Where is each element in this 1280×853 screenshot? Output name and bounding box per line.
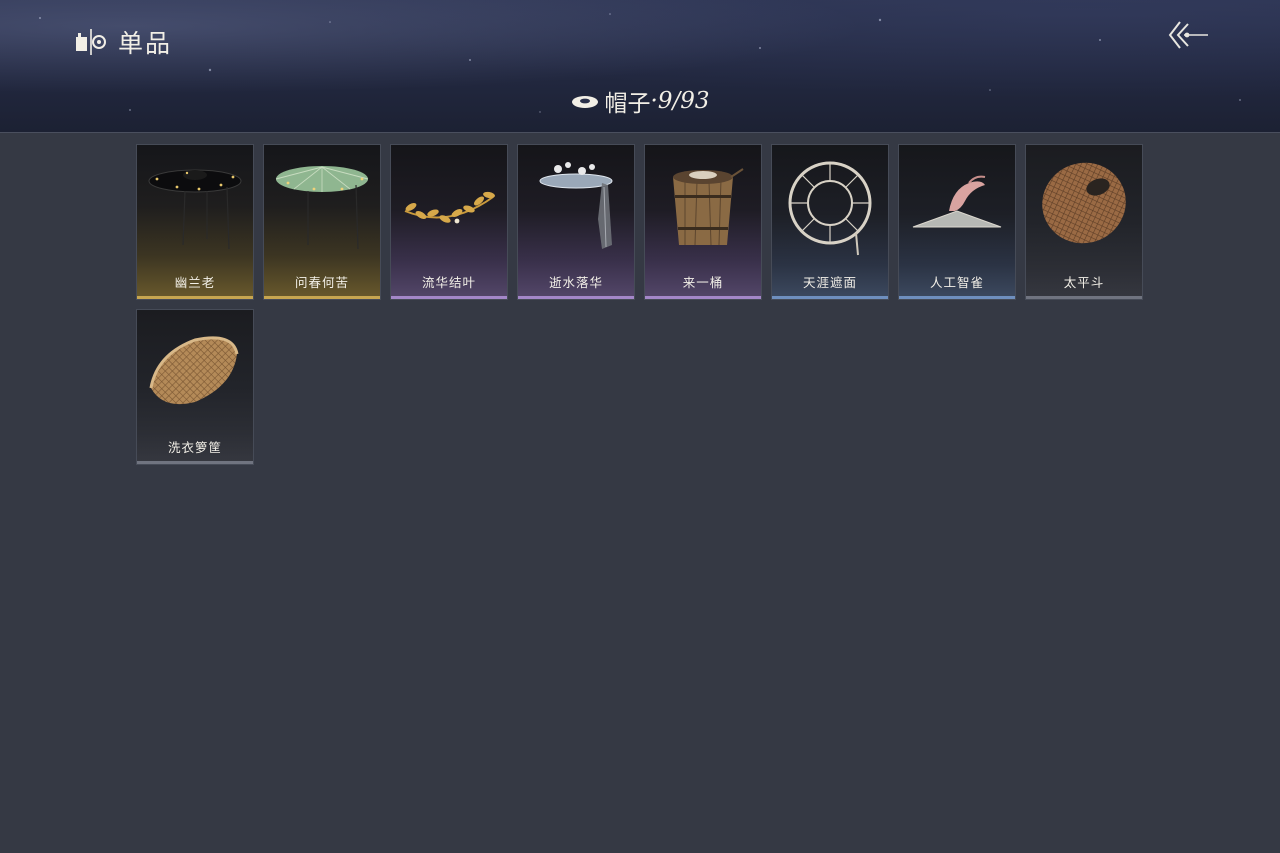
rarity-bar bbox=[899, 296, 1015, 299]
back-button[interactable] bbox=[1166, 18, 1212, 52]
category-separator: · bbox=[650, 88, 658, 114]
item-card[interactable]: 问春何苦 bbox=[263, 144, 381, 300]
rarity-bar bbox=[518, 296, 634, 299]
collection-icon bbox=[76, 29, 106, 55]
green-straw-hat-icon bbox=[275, 166, 369, 250]
open-frame-hat-icon bbox=[788, 161, 872, 256]
item-name: 逝水落华 bbox=[548, 275, 603, 290]
item-card[interactable]: 来一桶 bbox=[644, 144, 762, 300]
back-arrow-icon bbox=[1168, 21, 1208, 49]
bird-hat-icon bbox=[912, 175, 1002, 228]
rarity-bar bbox=[137, 296, 253, 299]
rarity-bar bbox=[645, 296, 761, 299]
rarity-bar bbox=[264, 296, 380, 299]
black-straw-hat-icon bbox=[148, 169, 242, 250]
rarity-bar bbox=[1026, 296, 1142, 299]
item-name: 来一桶 bbox=[682, 275, 724, 290]
category-name: 帽子 bbox=[604, 91, 651, 117]
rarity-bar bbox=[772, 296, 888, 299]
item-name: 太平斗 bbox=[1063, 275, 1105, 290]
item-card[interactable]: 流华结叶 bbox=[390, 144, 508, 300]
brand: 单品 bbox=[74, 24, 172, 60]
category-count: 9/93 bbox=[657, 88, 710, 114]
item-card[interactable]: 天涯遮面 bbox=[771, 144, 889, 300]
rarity-bar bbox=[391, 296, 507, 299]
category-heading: 帽子 · 9/93 bbox=[0, 84, 1280, 118]
item-name: 问春何苦 bbox=[294, 275, 349, 290]
item-card[interactable]: 幽兰老 bbox=[136, 144, 254, 300]
item-name: 流华结叶 bbox=[421, 275, 476, 290]
item-name: 幽兰老 bbox=[174, 275, 216, 290]
item-card[interactable]: 洗衣箩筐 bbox=[136, 309, 254, 465]
golden-laurel-icon bbox=[404, 191, 495, 224]
woven-basket-hat-icon bbox=[1042, 162, 1126, 244]
page-title: 单品 bbox=[118, 29, 173, 58]
item-card[interactable]: 人工智雀 bbox=[898, 144, 1016, 300]
veiled-hat-icon bbox=[539, 162, 613, 249]
header-banner: 单品 帽子 · 9/93 bbox=[0, 0, 1280, 133]
rarity-bar bbox=[137, 461, 253, 464]
item-name: 洗衣箩筐 bbox=[167, 440, 222, 455]
item-name: 天涯遮面 bbox=[802, 275, 857, 290]
hat-icon bbox=[571, 96, 598, 108]
item-name: 人工智雀 bbox=[929, 275, 984, 290]
item-card[interactable]: 太平斗 bbox=[1025, 144, 1143, 300]
item-card[interactable]: 逝水落华 bbox=[517, 144, 635, 300]
laundry-basket-icon bbox=[149, 336, 239, 405]
wooden-bucket-icon bbox=[673, 168, 744, 246]
